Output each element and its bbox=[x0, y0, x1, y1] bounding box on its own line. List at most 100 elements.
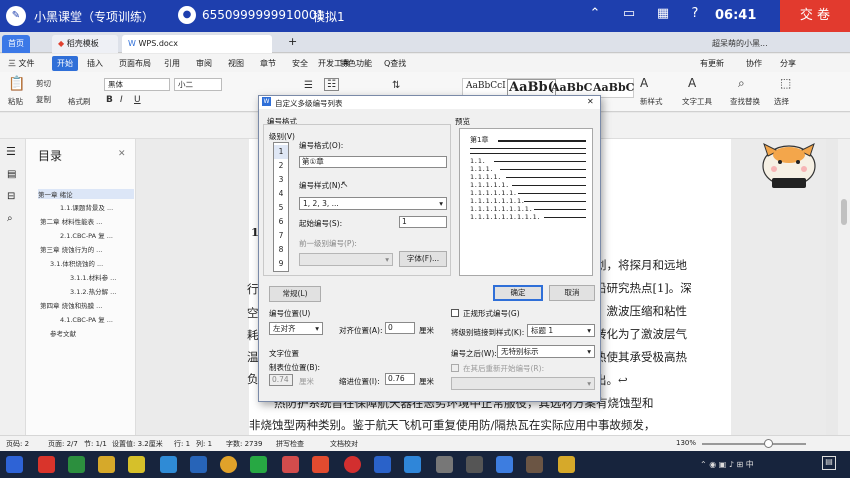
level-list[interactable]: 1 2 3 4 5 6 7 8 9 bbox=[273, 142, 289, 272]
style-heading-1[interactable]: AaBb( bbox=[507, 79, 556, 96]
multilevel-list-icon[interactable]: ☷ bbox=[324, 78, 339, 91]
app-icon[interactable] bbox=[526, 456, 543, 473]
toc-item[interactable]: 3.1.1.材料参 ... bbox=[70, 272, 116, 282]
level-item[interactable]: 1 bbox=[274, 145, 288, 159]
toc-item[interactable]: 4.1.CBC-PA 复 ... bbox=[60, 314, 113, 324]
wechat-icon[interactable] bbox=[250, 456, 267, 473]
toc-item[interactable]: 1.1.课题背景及 ... bbox=[60, 202, 113, 212]
app-icon[interactable] bbox=[344, 456, 361, 473]
font-size-select[interactable]: 小二 bbox=[174, 78, 222, 91]
app-icon[interactable] bbox=[68, 456, 85, 473]
menu-layout[interactable]: 页面布局 bbox=[119, 58, 151, 69]
general-toggle-button[interactable]: 常规(L) bbox=[269, 286, 321, 302]
underline-button[interactable]: U bbox=[134, 95, 141, 105]
cut-button[interactable]: 剪切 bbox=[36, 78, 51, 89]
toc-icon[interactable]: ☰ bbox=[6, 145, 16, 158]
app-icon[interactable] bbox=[558, 456, 575, 473]
paste-icon[interactable]: 📋 bbox=[8, 76, 25, 92]
align-at-unit[interactable]: 厘米 bbox=[419, 325, 434, 336]
toc-item[interactable]: 3.1.2.热分解 ... bbox=[70, 286, 116, 296]
find-replace-icon[interactable]: ⌕ bbox=[738, 76, 745, 91]
app-icon[interactable] bbox=[436, 456, 453, 473]
tab-document[interactable]: W WPS.docx bbox=[122, 35, 272, 53]
menu-file[interactable]: 三 文件 bbox=[8, 58, 35, 69]
toc-item[interactable]: 第二章 材料性能表 ... bbox=[40, 216, 102, 226]
start-icon[interactable] bbox=[6, 456, 23, 473]
bold-button[interactable]: B bbox=[106, 95, 113, 105]
italic-button[interactable]: I bbox=[120, 95, 123, 105]
toc-item[interactable]: 第四章 烧蚀和热膜 ... bbox=[40, 300, 102, 310]
notification-icon[interactable]: ▤ bbox=[822, 456, 836, 470]
menu-references[interactable]: 引用 bbox=[164, 58, 180, 69]
toc-item[interactable]: 第三章 烧蚀行为的 ... bbox=[40, 244, 102, 254]
font-button[interactable]: 字体(F)... bbox=[399, 251, 447, 267]
close-icon[interactable]: ✕ bbox=[587, 97, 594, 106]
tab-template[interactable]: ◆ 稻壳模板 bbox=[52, 35, 118, 53]
new-tab-button[interactable]: + bbox=[282, 33, 303, 51]
format-input[interactable]: 第①章 bbox=[299, 156, 447, 168]
format-painter-button[interactable]: 格式刷 bbox=[68, 96, 91, 107]
sort-icon[interactable]: ⇅ bbox=[392, 80, 400, 91]
level-item[interactable]: 3 bbox=[274, 173, 288, 187]
tab-home[interactable]: 首页 bbox=[2, 35, 30, 53]
level-item[interactable]: 8 bbox=[274, 243, 288, 257]
style-normal[interactable]: AaBbCcI bbox=[466, 81, 506, 91]
menu-chapter[interactable]: 章节 bbox=[260, 58, 276, 69]
ok-button[interactable]: 确定 bbox=[493, 285, 543, 301]
level-item[interactable]: 7 bbox=[274, 229, 288, 243]
new-style-icon[interactable]: A bbox=[640, 76, 648, 90]
find-replace-button[interactable]: 查找替换 bbox=[730, 96, 760, 107]
menu-security[interactable]: 安全 bbox=[292, 58, 308, 69]
app-icon[interactable] bbox=[404, 456, 421, 473]
zoom-slider[interactable] bbox=[702, 443, 806, 445]
grid-icon[interactable]: ▦ bbox=[654, 6, 672, 21]
close-icon[interactable]: ✕ bbox=[118, 149, 126, 159]
collab-link[interactable]: 协作 bbox=[746, 58, 762, 69]
scroll-thumb[interactable] bbox=[841, 199, 847, 225]
indent-unit[interactable]: 厘米 bbox=[419, 376, 434, 387]
share-link[interactable]: 分享 bbox=[780, 58, 796, 69]
bookmark-icon[interactable]: ⊟ bbox=[7, 191, 15, 202]
level-item[interactable]: 5 bbox=[274, 201, 288, 215]
menu-insert[interactable]: 插入 bbox=[87, 58, 103, 69]
level-item[interactable]: 2 bbox=[274, 159, 288, 173]
menu-search[interactable]: Q查找 bbox=[384, 58, 406, 69]
alignment-select[interactable]: 左对齐 ▾ bbox=[269, 322, 323, 335]
edge-icon[interactable] bbox=[160, 456, 177, 473]
toc-item[interactable]: 参考文献 bbox=[50, 328, 76, 338]
select-button[interactable]: 选择 bbox=[774, 96, 789, 107]
level-item[interactable]: 9 bbox=[274, 257, 288, 271]
spell-check-button[interactable]: 拼写检查 bbox=[276, 439, 304, 449]
legal-checkbox[interactable] bbox=[451, 309, 459, 317]
chrome-icon[interactable] bbox=[220, 456, 237, 473]
app-icon[interactable] bbox=[312, 456, 329, 473]
app-icon[interactable] bbox=[466, 456, 483, 473]
toc-item[interactable]: 第一章 绪论 bbox=[38, 189, 134, 199]
collapse-icon[interactable]: ⌃ bbox=[586, 6, 604, 21]
vertical-scrollbar[interactable] bbox=[838, 139, 850, 435]
folder-icon[interactable] bbox=[128, 456, 145, 473]
toc-item[interactable]: 3.1.体积烧蚀的 ... bbox=[50, 258, 103, 268]
wps-taskbar-icon[interactable] bbox=[496, 456, 513, 473]
number-style-select[interactable]: 1, 2, 3, ... ▾ bbox=[299, 197, 447, 210]
bullet-list-icon[interactable]: ☰ bbox=[304, 80, 313, 91]
submit-exam-button[interactable]: 交 卷 bbox=[780, 0, 850, 32]
cancel-button[interactable]: 取消 bbox=[549, 285, 595, 301]
new-style-button[interactable]: 新样式 bbox=[640, 96, 663, 107]
app-icon[interactable] bbox=[282, 456, 299, 473]
menu-start[interactable]: 开始 bbox=[52, 56, 78, 71]
find-icon[interactable]: ⌕ bbox=[7, 213, 13, 224]
indent-input[interactable]: 0.76 bbox=[385, 373, 415, 385]
menu-review[interactable]: 审阅 bbox=[196, 58, 212, 69]
level-item[interactable]: 6 bbox=[274, 215, 288, 229]
level-item[interactable]: 4 bbox=[274, 187, 288, 201]
zoom-slider-thumb[interactable] bbox=[764, 439, 773, 448]
link-level-select[interactable]: 标题 1 ▾ bbox=[527, 324, 595, 337]
window-icon[interactable]: ▭ bbox=[620, 6, 638, 21]
app-icon[interactable] bbox=[190, 456, 207, 473]
paste-button[interactable]: 粘贴 bbox=[8, 96, 23, 107]
font-select[interactable]: 黑体 bbox=[104, 78, 170, 91]
app-icon[interactable] bbox=[374, 456, 391, 473]
proofread-button[interactable]: 文档校对 bbox=[330, 439, 358, 449]
toc-item[interactable]: 2.1.CBC-PA 复 ... bbox=[60, 230, 113, 240]
